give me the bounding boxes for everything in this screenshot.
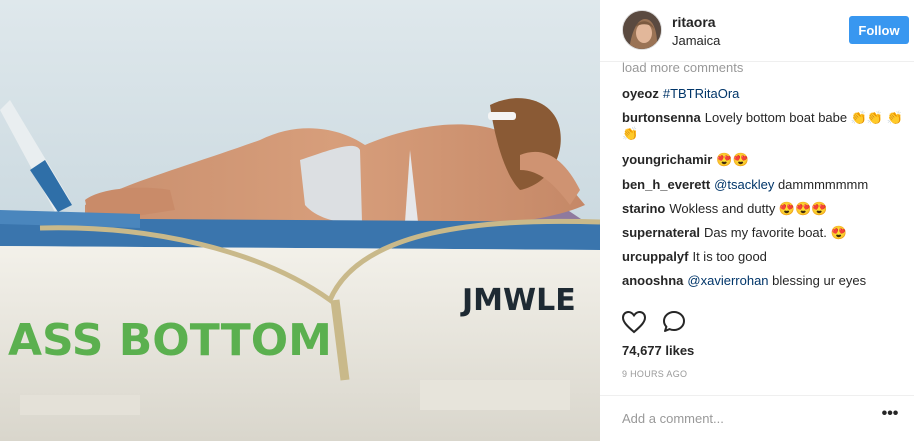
location-link[interactable]: Jamaica — [672, 33, 720, 48]
comment-hashtag[interactable]: #TBTRitaOra — [663, 86, 740, 101]
comment-username[interactable]: youngrichamir — [622, 152, 712, 167]
comments-list: load more comments oyeoz #TBTRitaOra burt… — [622, 62, 907, 292]
add-comment-bar: ••• — [600, 395, 914, 441]
comment-username[interactable]: urcuppalyf — [622, 249, 688, 264]
post-sidebar: ritaora Jamaica Follow load more comment… — [600, 0, 914, 441]
comment-text: Wokless and dutty 😍😍😍 — [669, 201, 828, 216]
comment-item: burtonsenna Lovely bottom boat babe 👏👏 👏👏 — [622, 110, 907, 142]
ellipsis-icon[interactable]: ••• — [878, 406, 902, 426]
post-photo: ASS BOTTOM JMWLE — [0, 0, 600, 441]
comment-item: ben_h_everett @tsackley dammmmmmm — [622, 177, 907, 193]
boat-lettering-right: JMWLE — [460, 283, 576, 318]
post-timestamp[interactable]: 9 HOURS AGO — [622, 369, 687, 379]
post-header: ritaora Jamaica Follow — [600, 0, 914, 62]
comment-username[interactable]: burtonsenna — [622, 110, 701, 125]
heart-icon[interactable] — [621, 310, 647, 334]
comment-text: Das my favorite boat. 😍 — [704, 225, 847, 240]
comment-item: youngrichamir 😍😍 — [622, 152, 907, 168]
comment-text: blessing ur eyes — [772, 273, 867, 288]
comment-item: supernateral Das my favorite boat. 😍 — [622, 225, 907, 241]
comment-item: anooshna @xavierrohan blessing ur eyes — [622, 273, 907, 289]
comment-username[interactable]: starino — [622, 201, 665, 216]
comment-item: oyeoz #TBTRitaOra — [622, 86, 907, 102]
comment-mention[interactable]: @tsackley — [714, 177, 774, 192]
comment-mention[interactable]: @xavierrohan — [687, 273, 768, 288]
follow-button[interactable]: Follow — [849, 16, 909, 44]
comment-bubble-icon[interactable] — [662, 310, 688, 334]
boat-lettering-left: ASS BOTTOM — [8, 315, 332, 366]
comment-text: dammmmmmm — [777, 177, 869, 192]
likes-count[interactable]: 74,677 likes — [622, 343, 694, 358]
comment-username[interactable]: anooshna — [622, 273, 683, 288]
comment-text: It is too good — [692, 249, 767, 264]
beach-boat-photo: ASS BOTTOM JMWLE — [0, 0, 600, 441]
comment-username[interactable]: ben_h_everett — [622, 177, 710, 192]
username[interactable]: ritaora — [672, 14, 716, 30]
comment-input[interactable] — [622, 408, 862, 428]
comment-username[interactable]: supernateral — [622, 225, 700, 240]
comment-username[interactable]: oyeoz — [622, 86, 659, 101]
comment-text: 😍😍 — [716, 152, 749, 167]
load-more-comments[interactable]: load more comments — [622, 62, 743, 76]
comment-item: urcuppalyf It is too good — [622, 249, 907, 265]
profile-photo — [623, 11, 661, 49]
comment-item: starino Wokless and dutty 😍😍😍 — [622, 201, 907, 217]
avatar[interactable] — [622, 10, 662, 50]
